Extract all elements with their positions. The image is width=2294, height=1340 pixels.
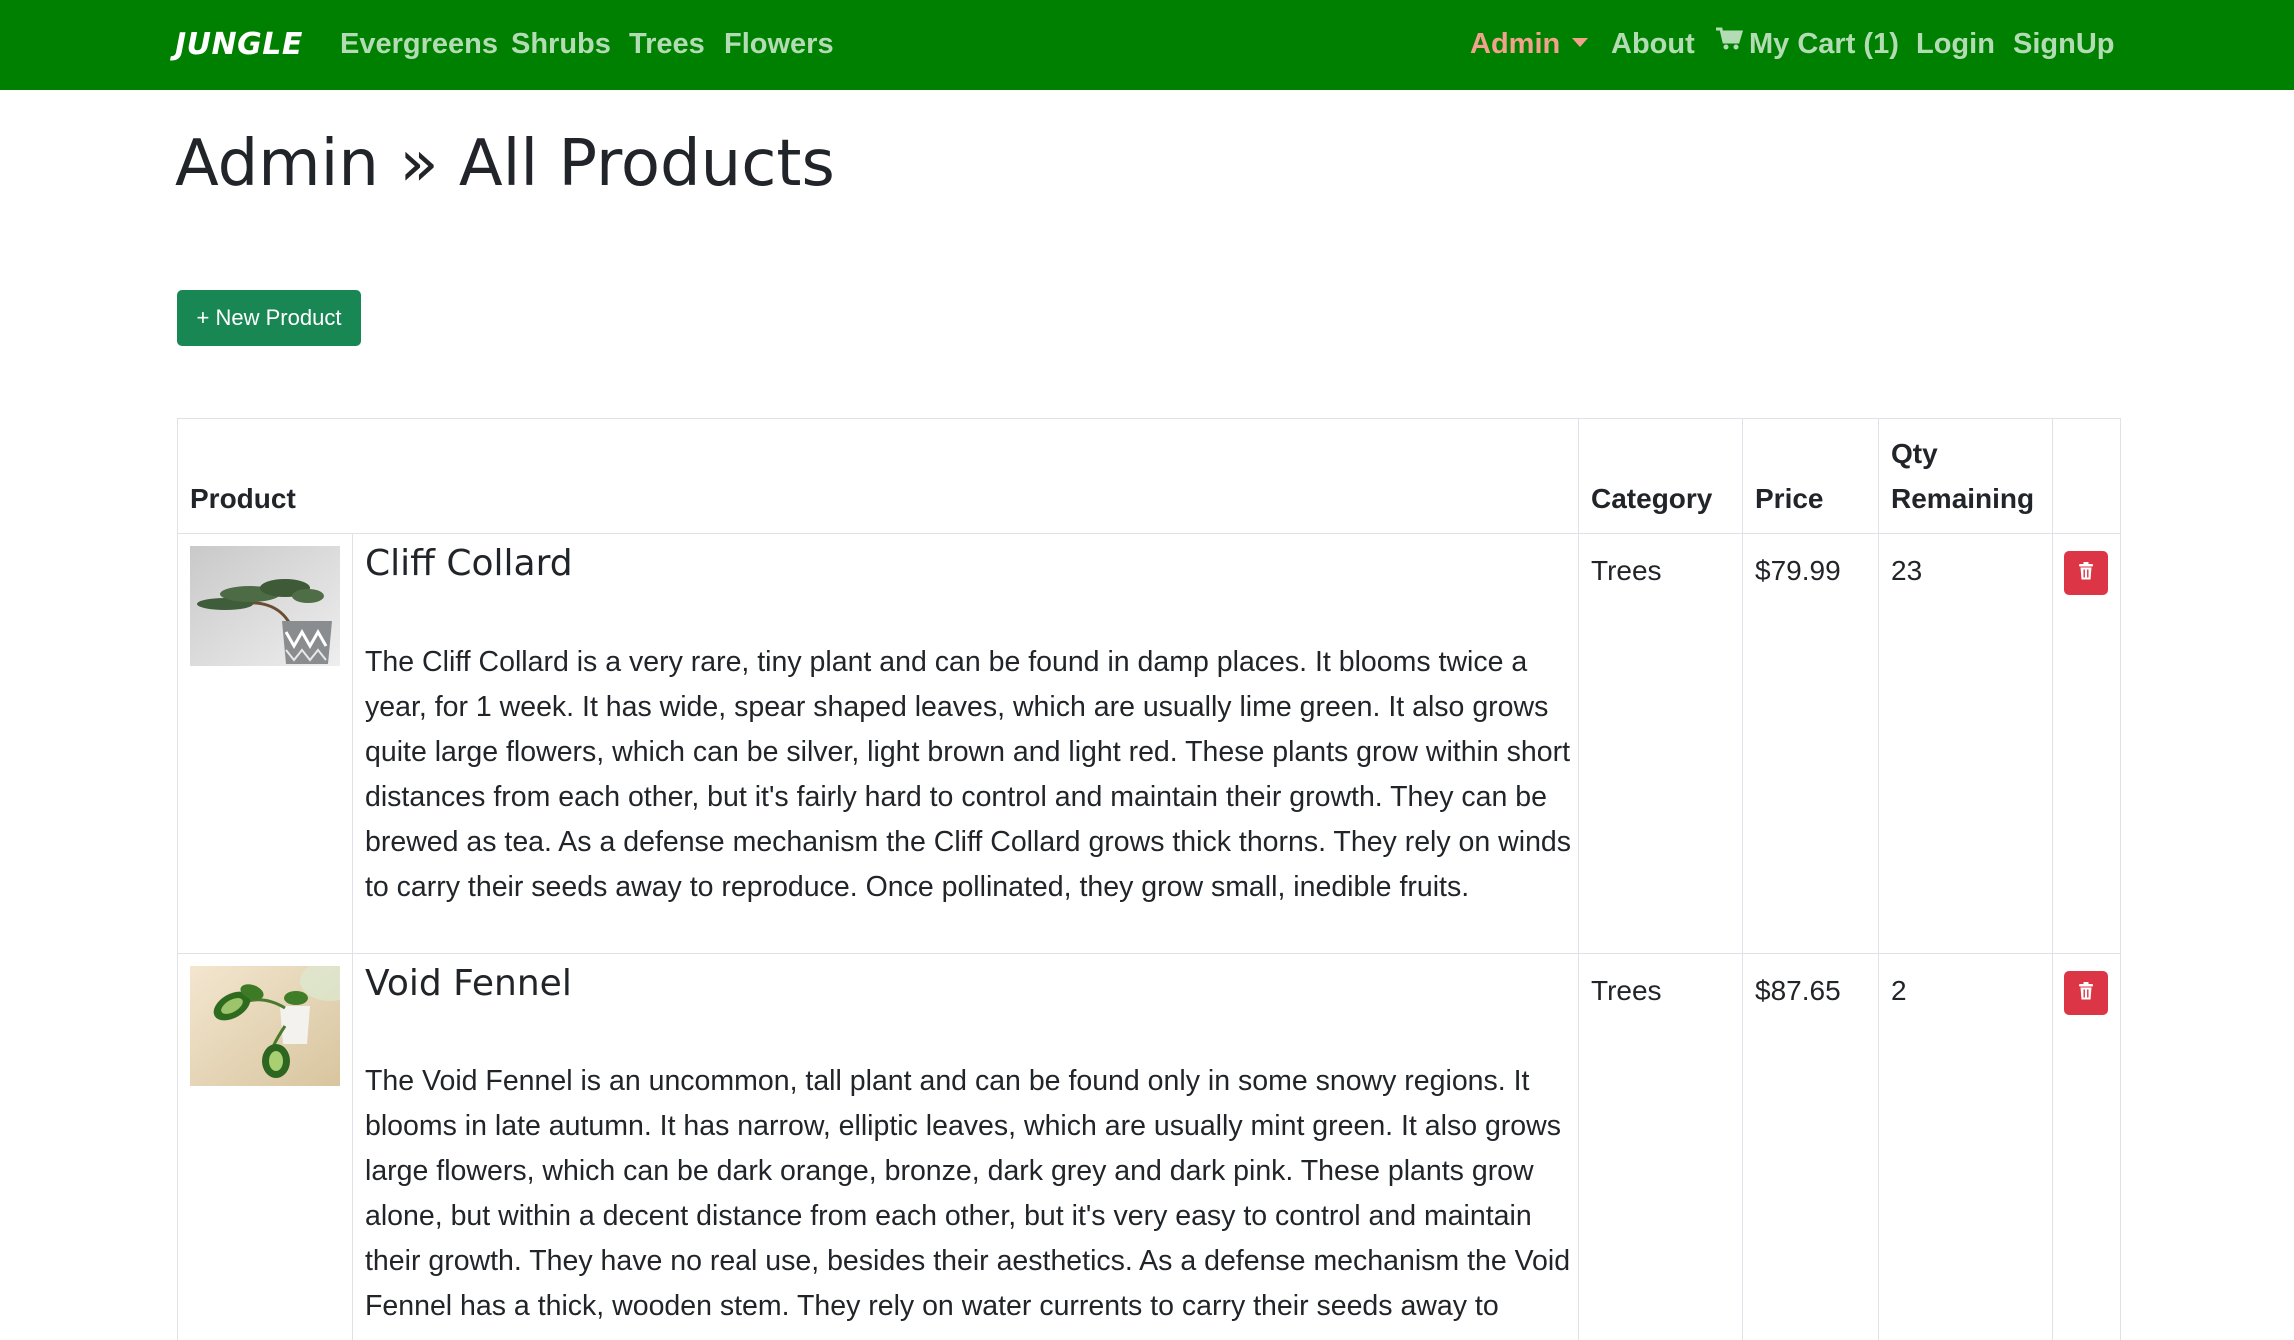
- nav-shrubs[interactable]: Shrubs: [511, 22, 611, 66]
- new-product-button[interactable]: + New Product: [177, 290, 361, 346]
- header-qty: Qty: [1891, 438, 1938, 469]
- product-price: $79.99: [1755, 555, 1841, 586]
- table-border: [177, 418, 2121, 419]
- delete-button[interactable]: [2064, 551, 2108, 595]
- nav-trees[interactable]: Trees: [629, 22, 705, 66]
- nav-cart-label: My Cart (1): [1749, 28, 1899, 60]
- cart-icon: [1715, 20, 1744, 64]
- trash-icon: [2078, 981, 2094, 1005]
- table-border: [2052, 418, 2053, 1340]
- table-border: [1878, 418, 1879, 1340]
- potted-plant-thumbnail: [190, 966, 340, 1086]
- product-qty: 23: [1891, 555, 1923, 586]
- nav-admin-label: Admin: [1470, 28, 1561, 60]
- table-border: [352, 533, 353, 1340]
- nav-signup[interactable]: SignUp: [2013, 22, 2115, 66]
- table-border: [2120, 418, 2121, 1340]
- nav-admin-dropdown[interactable]: Admin: [1470, 22, 1589, 66]
- page-title: Admin » All Products: [175, 127, 835, 201]
- header-price: Price: [1755, 483, 1824, 514]
- caret-down-icon: [1572, 37, 1589, 47]
- nav-flowers[interactable]: Flowers: [724, 22, 834, 66]
- bonsai-thumbnail: [190, 546, 340, 666]
- navbar: JUNGLE Evergreens Shrubs Trees Flowers A…: [0, 0, 2294, 90]
- product-price: $87.65: [1755, 975, 1841, 1006]
- header-qty-remaining: Remaining: [1891, 483, 2035, 514]
- header-product: Product: [190, 483, 296, 514]
- product-category: Trees: [1591, 555, 1662, 586]
- nav-cart[interactable]: My Cart (1): [1715, 22, 1899, 67]
- products-table: Product Category Price Qty Remaining Cli…: [177, 418, 2121, 1340]
- product-qty: 2: [1891, 975, 1907, 1006]
- nav-evergreens[interactable]: Evergreens: [340, 22, 498, 66]
- product-name: Void Fennel: [365, 963, 572, 1004]
- brand-logo[interactable]: JUNGLE: [175, 25, 303, 65]
- table-border: [177, 953, 2121, 954]
- table-border: [177, 418, 178, 1340]
- table-border: [177, 533, 2121, 534]
- product-category: Trees: [1591, 975, 1662, 1006]
- delete-button[interactable]: [2064, 971, 2108, 1015]
- product-description: The Void Fennel is an uncommon, tall pla…: [365, 1065, 1571, 1322]
- nav-login[interactable]: Login: [1916, 22, 1995, 66]
- nav-about[interactable]: About: [1611, 22, 1695, 66]
- table-border: [1742, 418, 1743, 1340]
- trash-icon: [2078, 561, 2094, 585]
- product-name: Cliff Collard: [365, 543, 573, 584]
- product-description: The Cliff Collard is a very rare, tiny p…: [365, 646, 1572, 903]
- header-category: Category: [1591, 483, 1713, 514]
